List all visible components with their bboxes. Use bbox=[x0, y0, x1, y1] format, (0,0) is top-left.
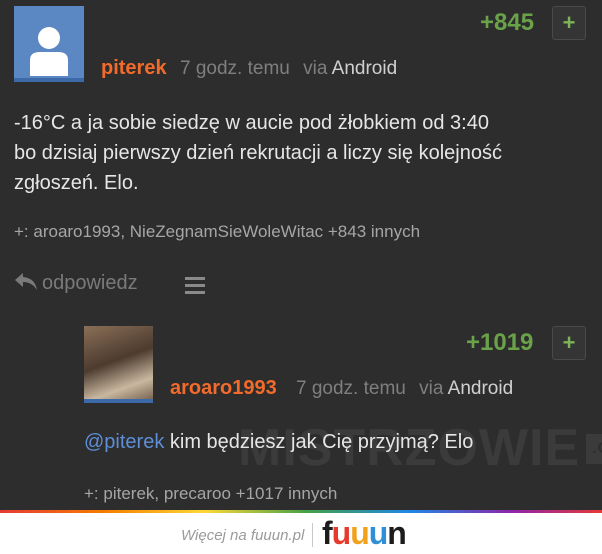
upvote-button[interactable]: + bbox=[552, 6, 586, 40]
comment-text: kim będziesz jak Cię przyjmą? Elo bbox=[164, 431, 474, 453]
user-avatar[interactable] bbox=[14, 6, 84, 82]
vote-count: +845 bbox=[480, 9, 535, 36]
avatar-underline bbox=[14, 78, 84, 82]
more-link[interactable]: Więcej na fuuun.pl bbox=[181, 527, 304, 544]
upvote-button[interactable]: + bbox=[552, 326, 586, 360]
comment-line: -16°C a ja sobie siedzę w aucie pod żłob… bbox=[14, 112, 489, 134]
logo-letter: n bbox=[387, 515, 407, 551]
comment-time[interactable]: 7 godz. temu bbox=[296, 378, 406, 399]
comment-source[interactable]: Android bbox=[332, 58, 398, 79]
comment-source[interactable]: Android bbox=[448, 378, 514, 399]
avatar-underline bbox=[84, 399, 153, 403]
comment-meta: 7 godz. temu via Android bbox=[296, 378, 513, 400]
logo-letter: u bbox=[350, 515, 370, 551]
voters-list[interactable]: +: aroaro1993, NieZegnamSieWoleWitac +84… bbox=[14, 222, 420, 242]
voters-list[interactable]: +: piterek, precaroo +1017 innych bbox=[84, 484, 337, 504]
reply-button[interactable]: odpowiedz bbox=[14, 271, 138, 297]
user-mention[interactable]: @piterek bbox=[84, 431, 164, 453]
comments-panel: +845 + piterek 7 godz. temu via Android … bbox=[0, 0, 602, 510]
logo-letter: u bbox=[331, 515, 352, 551]
comment-author[interactable]: aroaro1993 bbox=[170, 377, 277, 400]
vote-count: +1019 bbox=[466, 329, 534, 356]
user-avatar[interactable] bbox=[84, 326, 153, 403]
via-label: via bbox=[419, 378, 444, 399]
reply-arrow-icon bbox=[14, 271, 38, 297]
menu-icon[interactable] bbox=[185, 277, 205, 294]
comment-body: -16°C a ja sobie siedzę w aucie pod żłob… bbox=[14, 108, 594, 198]
logo-letter: u bbox=[368, 515, 389, 551]
fuuun-logo[interactable]: fuuun bbox=[322, 515, 407, 552]
comment-meta: 7 godz. temu via Android bbox=[180, 58, 397, 80]
comment-line: zgłoszeń. Elo. bbox=[14, 172, 139, 194]
footer-separator bbox=[312, 523, 313, 547]
comment-time[interactable]: 7 godz. temu bbox=[180, 58, 290, 79]
comment-author[interactable]: piterek bbox=[101, 57, 167, 80]
footer-bar: Więcej na fuuun.pl fuuun bbox=[0, 513, 602, 554]
default-user-icon bbox=[30, 27, 68, 76]
comment-line: bo dzisiaj pierwszy dzień rekrutacji a l… bbox=[14, 142, 502, 164]
logo-letter: f bbox=[322, 515, 333, 551]
reply-label: odpowiedz bbox=[42, 272, 138, 294]
comment-body: @piterek kim będziesz jak Cię przyjmą? E… bbox=[84, 427, 594, 457]
via-label: via bbox=[303, 58, 328, 79]
